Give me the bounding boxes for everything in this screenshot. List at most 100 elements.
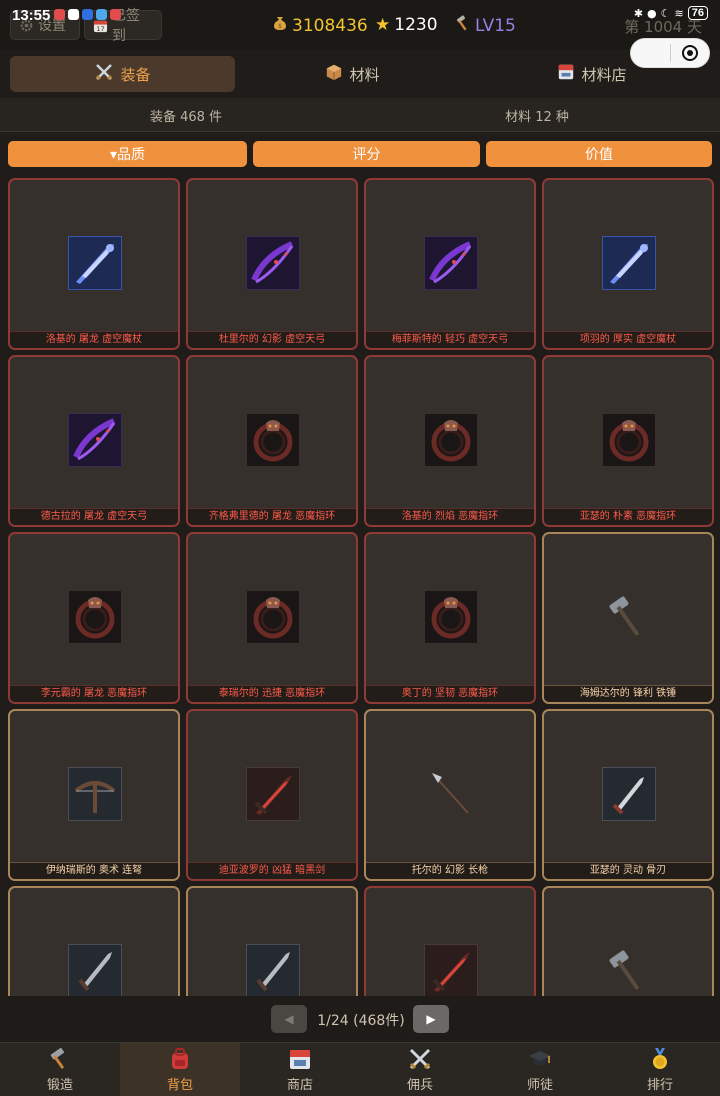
close-miniprogram-button[interactable] (671, 45, 709, 61)
level-value: LV15 (475, 15, 516, 36)
spear-icon (424, 767, 478, 821)
nav-label: 背包 (166, 1078, 193, 1093)
tab-label: 材料店 (581, 65, 627, 84)
dagger-icon (246, 944, 300, 996)
item-card[interactable]: 托尔的 幻影 长枪 (364, 709, 536, 881)
dark-sword-icon (424, 944, 478, 996)
crossbow-icon (68, 767, 122, 821)
iron-hammer-icon (602, 944, 656, 996)
item-grid: 洛基的 屠龙 虚空魔杖 杜里尔的 幻影 虚空天弓 梅菲斯特的 轻巧 虚空天弓 项羽的 … (8, 178, 714, 996)
item-card[interactable] (8, 886, 180, 996)
backpack-icon (168, 1047, 192, 1071)
item-card[interactable]: 泰瑞尔的 迅捷 恶魔指环 (186, 532, 358, 704)
bottom-nav: 锻造 背包 商店 佣兵 师徒 排行 (0, 1042, 720, 1096)
gold-counter: $ 3108436 (272, 15, 368, 36)
inventory-tabs: 装备 材料 材料店 (0, 50, 720, 98)
item-name: 杜里尔的 幻影 虚空天弓 (188, 331, 356, 348)
hammer-icon (455, 15, 471, 36)
system-time: 13:55 (12, 7, 51, 24)
sort-quality-button[interactable]: ▾品质 (8, 141, 247, 167)
sort-value-button[interactable]: 价值 (486, 141, 712, 167)
demon-ring-icon (602, 413, 656, 467)
item-card[interactable] (186, 886, 358, 996)
item-name: 项羽的 厚实 虚空魔杖 (544, 331, 712, 348)
prev-page-button[interactable]: ◀ (271, 1005, 307, 1033)
demon-ring-icon (424, 590, 478, 644)
nav-item-mentor[interactable]: 师徒 (480, 1043, 600, 1096)
nav-label: 排行 (646, 1078, 673, 1093)
notification-icon (54, 9, 65, 20)
void-bow-icon (246, 236, 300, 290)
item-grid-viewport: 洛基的 屠龙 虚空魔杖 杜里尔的 幻影 虚空天弓 梅菲斯特的 轻巧 虚空天弓 项羽的 … (8, 178, 714, 996)
pagination: ◀ 1/24 (468件) ▶ (0, 996, 720, 1042)
nav-label: 佣兵 (406, 1078, 433, 1093)
item-card[interactable]: 梅菲斯特的 轻巧 虚空天弓 (364, 178, 536, 350)
item-card[interactable]: 伊纳瑞斯的 奥术 连弩 (8, 709, 180, 881)
item-name: 洛基的 屠龙 虚空魔杖 (10, 331, 178, 348)
gold-value: 3108436 (292, 15, 368, 36)
item-card[interactable]: 亚瑟的 朴素 恶魔指环 (542, 355, 714, 527)
item-card[interactable]: 杜里尔的 幻影 虚空天弓 (186, 178, 358, 350)
item-card[interactable]: 洛基的 烈焰 恶魔指环 (364, 355, 536, 527)
notification-icon (96, 9, 107, 20)
notification-icons (54, 9, 121, 20)
item-name: 梅菲斯特的 轻巧 虚空天弓 (366, 331, 534, 348)
next-page-button[interactable]: ▶ (413, 1005, 449, 1033)
target-icon (681, 45, 698, 61)
dark-sword-icon (246, 767, 300, 821)
top-bar: 设置 17 已签到 13:55 $ 3108436 ★ 1230 LV15 ✱ … (0, 0, 720, 50)
item-card[interactable]: 海姆达尔的 锋利 铁锤 (542, 532, 714, 704)
miniprogram-capsule (630, 38, 710, 68)
item-card[interactable]: 项羽的 厚实 虚空魔杖 (542, 178, 714, 350)
tab-equipment[interactable]: 装备 (10, 56, 235, 92)
nav-item-shop[interactable]: 商店 (240, 1043, 360, 1096)
item-card[interactable]: 亚瑟的 灵动 骨刃 (542, 709, 714, 881)
item-card[interactable]: 齐格弗里德的 屠龙 恶魔指环 (186, 355, 358, 527)
item-card[interactable]: 李元霸的 屠龙 恶魔指环 (8, 532, 180, 704)
inventory-counts: 装备 468 件 材料 12 种 (0, 98, 720, 132)
crossed-swords-icon (94, 62, 114, 86)
notification-icon (68, 9, 79, 20)
nav-item-backpack[interactable]: 背包 (120, 1043, 240, 1096)
nav-item-mercenary[interactable]: 佣兵 (360, 1043, 480, 1096)
item-card[interactable]: 迪亚波罗的 凶猛 暗黑剑 (186, 709, 358, 881)
demon-ring-icon (246, 413, 300, 467)
item-name: 迪亚波罗的 凶猛 暗黑剑 (188, 862, 356, 879)
item-card[interactable] (542, 886, 714, 996)
star-icon: ★ (375, 15, 391, 35)
item-name: 托尔的 幻影 长枪 (366, 862, 534, 879)
iron-hammer-icon (602, 590, 656, 644)
void-bow-icon (68, 413, 122, 467)
item-card[interactable]: 奥丁的 坚韧 恶魔指环 (364, 532, 536, 704)
item-card[interactable]: 洛基的 屠龙 虚空魔杖 (8, 178, 180, 350)
equipment-count: 装备 468 件 (149, 110, 223, 125)
bone-blade-icon (602, 767, 656, 821)
item-name: 海姆达尔的 锋利 铁锤 (544, 685, 712, 702)
star-value: 1230 (394, 15, 438, 35)
tab-materials[interactable]: 材料 (240, 56, 465, 92)
item-name: 奥丁的 坚韧 恶魔指环 (366, 685, 534, 702)
tab-label: 装备 (120, 65, 151, 84)
item-name: 伊纳瑞斯的 奥术 连弩 (10, 862, 178, 879)
item-card[interactable]: 德古拉的 屠龙 虚空天弓 (8, 355, 180, 527)
sort-score-button[interactable]: 评分 (253, 141, 480, 167)
shop-icon (288, 1047, 312, 1071)
item-name: 李元霸的 屠龙 恶魔指环 (10, 685, 178, 702)
nav-item-forge[interactable]: 锻造 (0, 1043, 120, 1096)
void-bow-icon (424, 236, 478, 290)
graduation-cap-icon (528, 1047, 552, 1071)
item-card[interactable] (364, 886, 536, 996)
nav-label: 锻造 (46, 1078, 73, 1093)
item-name: 齐格弗里德的 屠龙 恶魔指环 (188, 508, 356, 525)
nav-item-ranking[interactable]: 排行 (600, 1043, 720, 1096)
sort-bar: ▾品质 评分 价值 (0, 132, 720, 172)
void-staff-icon (68, 236, 122, 290)
void-staff-icon (602, 236, 656, 290)
crate-icon (325, 63, 343, 85)
item-name: 亚瑟的 灵动 骨刃 (544, 862, 712, 879)
dagger-icon (68, 944, 122, 996)
medal-icon (648, 1047, 672, 1071)
item-name: 洛基的 烈焰 恶魔指环 (366, 508, 534, 525)
money-bag-icon: $ (272, 15, 288, 36)
crossed-swords-icon (408, 1047, 432, 1071)
